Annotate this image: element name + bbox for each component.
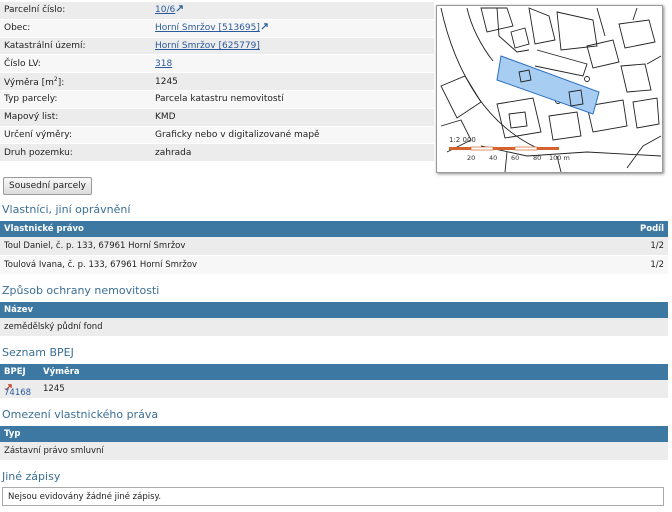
- owner-share: 1/2: [650, 260, 664, 270]
- info-row-parcel-number: Parcelní číslo: 10/6: [0, 2, 434, 20]
- restrictions-table-header: Typ: [0, 426, 668, 442]
- restrictions-section-title: Omezení vlastnického práva: [2, 408, 159, 421]
- info-value: Parcela katastru nemovitostí: [148, 90, 434, 109]
- lv-number-link[interactable]: 318: [155, 59, 172, 69]
- scale-tick: 80: [533, 154, 541, 162]
- scale-tick: 20: [467, 154, 475, 162]
- info-value: zahrada: [148, 143, 434, 163]
- owner-share: 1/2: [650, 241, 664, 251]
- neighbor-parcels-button[interactable]: Sousední parcely: [3, 177, 92, 195]
- municipality-link[interactable]: Horní Smržov [513695]: [155, 23, 268, 33]
- info-label: Obec:: [0, 19, 148, 38]
- table-row: Toulová Ivana, č. p. 133, 67961 Horní Sm…: [0, 256, 668, 274]
- external-link-icon: [261, 23, 268, 30]
- info-row-cadastral-area: Katastrální území: Horní Smržov [625779]: [0, 37, 434, 56]
- col-ownership-right: Vlastnické právo: [4, 224, 84, 234]
- scale-tick: 40: [489, 154, 497, 162]
- parcel-info-table: Parcelní číslo: 10/6 Obec: Horní Smržov …: [0, 2, 434, 163]
- table-row: 74168 1245: [0, 380, 668, 398]
- map-scale-label: 1:2 000: [449, 136, 476, 144]
- info-label-area: Výměra [m2]:: [0, 72, 148, 91]
- col-type: Typ: [4, 429, 21, 439]
- info-label: Druh pozemku:: [0, 143, 148, 163]
- protection-table-header: Název: [0, 302, 668, 318]
- info-label: Mapový list:: [0, 108, 148, 127]
- info-value: 1245: [148, 72, 434, 91]
- col-bpej: BPEJ: [4, 367, 26, 377]
- info-row-map-sheet: Mapový list: KMD: [0, 108, 434, 127]
- protection-value: zemědělský půdní fond: [4, 322, 103, 332]
- other-records-text: Nejsou evidovány žádné jiné zápisy.: [8, 492, 162, 502]
- info-row-area-method: Určení výměry: Graficky nebo v digitaliz…: [0, 126, 434, 145]
- info-label: Určení výměry:: [0, 126, 148, 145]
- info-label: Číslo LV:: [0, 54, 148, 74]
- table-row: Toul Daniel, č. p. 133, 67961 Horní Smrž…: [0, 237, 668, 255]
- owner-name: Toul Daniel, č. p. 133, 67961 Horní Smrž…: [4, 241, 186, 251]
- bpej-section-title: Seznam BPEJ: [2, 346, 74, 359]
- cadastral-area-link[interactable]: Horní Smržov [625779]: [155, 41, 260, 51]
- info-label: Katastrální území:: [0, 37, 148, 56]
- col-share: Podíl: [640, 224, 664, 234]
- table-row: Zástavní právo smluvní: [0, 442, 668, 460]
- scale-tick: 60: [511, 154, 519, 162]
- info-label: Typ parcely:: [0, 90, 148, 109]
- owners-table-header: Vlastnické právo Podíl: [0, 221, 668, 237]
- restriction-value: Zástavní právo smluvní: [4, 446, 104, 456]
- info-row-lv-number: Číslo LV: 318: [0, 54, 434, 74]
- owner-name: Toulová Ivana, č. p. 133, 67961 Horní Sm…: [4, 260, 198, 270]
- info-value: KMD: [148, 108, 434, 127]
- other-records-section-title: Jiné zápisy: [2, 470, 61, 483]
- table-row: zemědělský půdní fond: [0, 318, 668, 336]
- col-area: Výměra: [43, 367, 80, 377]
- parcel-number-link[interactable]: 10/6: [155, 5, 183, 15]
- bpej-area: 1245: [43, 384, 65, 394]
- bpej-code-link[interactable]: 74168: [4, 384, 31, 398]
- cadastral-map-drawing: 1:2 000 20 40 60 80 100 m: [440, 7, 662, 173]
- info-row-municipality: Obec: Horní Smržov [513695]: [0, 19, 434, 38]
- info-value: Graficky nebo v digitalizované mapě: [148, 126, 434, 145]
- info-row-parcel-type: Typ parcely: Parcela katastru nemovitost…: [0, 90, 434, 109]
- bpej-table-header: BPEJ Výměra: [0, 364, 668, 380]
- info-row-area: Výměra [m2]: 1245: [0, 72, 434, 91]
- map-scale-bar: 20 40 60 80 100 m: [449, 146, 570, 162]
- scale-tick: 100 m: [549, 154, 570, 162]
- cadastral-map[interactable]: 1:2 000 20 40 60 80 100 m: [436, 5, 663, 173]
- info-label: Parcelní číslo:: [0, 2, 148, 20]
- owners-section-title: Vlastníci, jiní oprávnění: [2, 203, 131, 216]
- protection-section-title: Způsob ochrany nemovitosti: [2, 284, 160, 297]
- info-row-land-type: Druh pozemku: zahrada: [0, 143, 434, 163]
- selected-parcel-highlight: [496, 55, 600, 115]
- external-link-icon: [176, 5, 183, 12]
- other-records-box: Nejsou evidovány žádné jiné zápisy.: [2, 487, 664, 506]
- col-name: Název: [4, 305, 34, 315]
